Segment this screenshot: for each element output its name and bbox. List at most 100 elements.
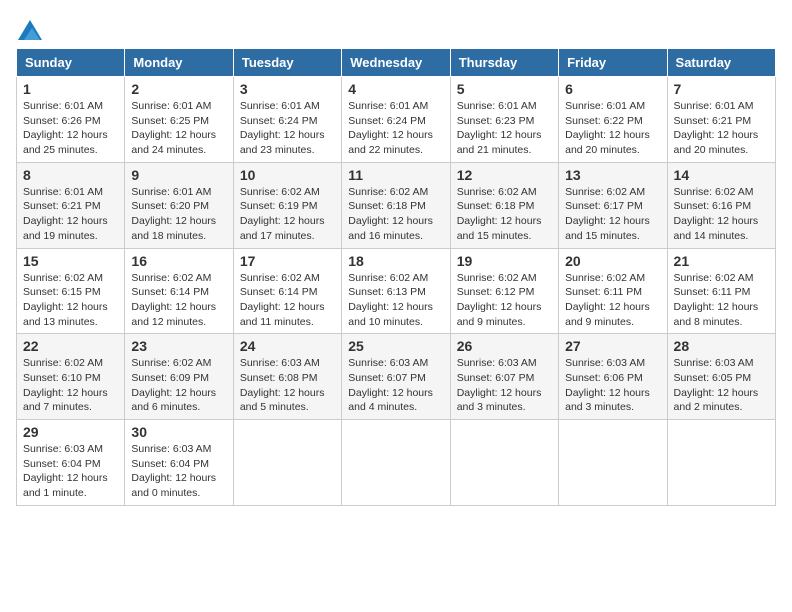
day-number: 11 [348,167,443,183]
day-number: 20 [565,253,660,269]
day-detail: Sunrise: 6:01 AMSunset: 6:25 PMDaylight:… [131,100,216,156]
day-detail: Sunrise: 6:03 AMSunset: 6:07 PMDaylight:… [457,357,542,413]
day-detail: Sunrise: 6:02 AMSunset: 6:13 PMDaylight:… [348,272,433,328]
calendar-cell [233,420,341,506]
calendar-cell: 19 Sunrise: 6:02 AMSunset: 6:12 PMDaylig… [450,248,558,334]
day-detail: Sunrise: 6:03 AMSunset: 6:07 PMDaylight:… [348,357,433,413]
day-number: 15 [23,253,118,269]
calendar-cell: 17 Sunrise: 6:02 AMSunset: 6:14 PMDaylig… [233,248,341,334]
day-detail: Sunrise: 6:02 AMSunset: 6:11 PMDaylight:… [565,272,650,328]
calendar-cell: 27 Sunrise: 6:03 AMSunset: 6:06 PMDaylig… [559,334,667,420]
calendar-cell: 13 Sunrise: 6:02 AMSunset: 6:17 PMDaylig… [559,162,667,248]
weekday-header-sunday: Sunday [17,49,125,77]
calendar-cell: 7 Sunrise: 6:01 AMSunset: 6:21 PMDayligh… [667,77,775,163]
calendar-cell: 21 Sunrise: 6:02 AMSunset: 6:11 PMDaylig… [667,248,775,334]
day-detail: Sunrise: 6:01 AMSunset: 6:21 PMDaylight:… [674,100,759,156]
calendar-cell [559,420,667,506]
day-number: 10 [240,167,335,183]
day-detail: Sunrise: 6:02 AMSunset: 6:16 PMDaylight:… [674,186,759,242]
calendar-cell [667,420,775,506]
day-number: 22 [23,338,118,354]
weekday-header-tuesday: Tuesday [233,49,341,77]
weekday-header-row: SundayMondayTuesdayWednesdayThursdayFrid… [17,49,776,77]
day-detail: Sunrise: 6:01 AMSunset: 6:22 PMDaylight:… [565,100,650,156]
day-number: 30 [131,424,226,440]
calendar-cell: 22 Sunrise: 6:02 AMSunset: 6:10 PMDaylig… [17,334,125,420]
calendar-cell: 2 Sunrise: 6:01 AMSunset: 6:25 PMDayligh… [125,77,233,163]
day-detail: Sunrise: 6:02 AMSunset: 6:11 PMDaylight:… [674,272,759,328]
day-number: 1 [23,81,118,97]
calendar-table: SundayMondayTuesdayWednesdayThursdayFrid… [16,48,776,506]
weekday-header-saturday: Saturday [667,49,775,77]
day-detail: Sunrise: 6:03 AMSunset: 6:04 PMDaylight:… [23,443,108,499]
calendar-cell: 20 Sunrise: 6:02 AMSunset: 6:11 PMDaylig… [559,248,667,334]
day-detail: Sunrise: 6:02 AMSunset: 6:17 PMDaylight:… [565,186,650,242]
calendar-cell: 12 Sunrise: 6:02 AMSunset: 6:18 PMDaylig… [450,162,558,248]
day-detail: Sunrise: 6:03 AMSunset: 6:05 PMDaylight:… [674,357,759,413]
calendar-week-row: 22 Sunrise: 6:02 AMSunset: 6:10 PMDaylig… [17,334,776,420]
calendar-cell [342,420,450,506]
calendar-week-row: 8 Sunrise: 6:01 AMSunset: 6:21 PMDayligh… [17,162,776,248]
logo-icon [18,20,42,40]
calendar-week-row: 15 Sunrise: 6:02 AMSunset: 6:15 PMDaylig… [17,248,776,334]
day-number: 26 [457,338,552,354]
day-number: 18 [348,253,443,269]
day-number: 27 [565,338,660,354]
calendar-cell: 5 Sunrise: 6:01 AMSunset: 6:23 PMDayligh… [450,77,558,163]
calendar-week-row: 1 Sunrise: 6:01 AMSunset: 6:26 PMDayligh… [17,77,776,163]
day-detail: Sunrise: 6:02 AMSunset: 6:12 PMDaylight:… [457,272,542,328]
day-number: 14 [674,167,769,183]
calendar-cell: 14 Sunrise: 6:02 AMSunset: 6:16 PMDaylig… [667,162,775,248]
weekday-header-monday: Monday [125,49,233,77]
day-detail: Sunrise: 6:01 AMSunset: 6:24 PMDaylight:… [240,100,325,156]
day-number: 29 [23,424,118,440]
day-number: 19 [457,253,552,269]
day-detail: Sunrise: 6:02 AMSunset: 6:18 PMDaylight:… [348,186,433,242]
page-header [16,16,776,40]
calendar-cell: 23 Sunrise: 6:02 AMSunset: 6:09 PMDaylig… [125,334,233,420]
day-detail: Sunrise: 6:02 AMSunset: 6:15 PMDaylight:… [23,272,108,328]
calendar-cell: 24 Sunrise: 6:03 AMSunset: 6:08 PMDaylig… [233,334,341,420]
day-number: 7 [674,81,769,97]
day-number: 12 [457,167,552,183]
calendar-cell: 29 Sunrise: 6:03 AMSunset: 6:04 PMDaylig… [17,420,125,506]
calendar-cell: 15 Sunrise: 6:02 AMSunset: 6:15 PMDaylig… [17,248,125,334]
day-detail: Sunrise: 6:02 AMSunset: 6:14 PMDaylight:… [131,272,216,328]
calendar-cell: 16 Sunrise: 6:02 AMSunset: 6:14 PMDaylig… [125,248,233,334]
day-detail: Sunrise: 6:01 AMSunset: 6:24 PMDaylight:… [348,100,433,156]
calendar-week-row: 29 Sunrise: 6:03 AMSunset: 6:04 PMDaylig… [17,420,776,506]
day-detail: Sunrise: 6:01 AMSunset: 6:26 PMDaylight:… [23,100,108,156]
day-number: 3 [240,81,335,97]
day-number: 21 [674,253,769,269]
day-number: 16 [131,253,226,269]
day-detail: Sunrise: 6:02 AMSunset: 6:09 PMDaylight:… [131,357,216,413]
day-number: 8 [23,167,118,183]
day-detail: Sunrise: 6:03 AMSunset: 6:06 PMDaylight:… [565,357,650,413]
day-number: 9 [131,167,226,183]
calendar-cell [450,420,558,506]
day-detail: Sunrise: 6:03 AMSunset: 6:04 PMDaylight:… [131,443,216,499]
weekday-header-wednesday: Wednesday [342,49,450,77]
calendar-cell: 25 Sunrise: 6:03 AMSunset: 6:07 PMDaylig… [342,334,450,420]
calendar-cell: 4 Sunrise: 6:01 AMSunset: 6:24 PMDayligh… [342,77,450,163]
calendar-cell: 28 Sunrise: 6:03 AMSunset: 6:05 PMDaylig… [667,334,775,420]
calendar-cell: 10 Sunrise: 6:02 AMSunset: 6:19 PMDaylig… [233,162,341,248]
day-detail: Sunrise: 6:02 AMSunset: 6:18 PMDaylight:… [457,186,542,242]
weekday-header-friday: Friday [559,49,667,77]
day-detail: Sunrise: 6:03 AMSunset: 6:08 PMDaylight:… [240,357,325,413]
calendar-cell: 3 Sunrise: 6:01 AMSunset: 6:24 PMDayligh… [233,77,341,163]
calendar-cell: 30 Sunrise: 6:03 AMSunset: 6:04 PMDaylig… [125,420,233,506]
day-number: 6 [565,81,660,97]
day-detail: Sunrise: 6:02 AMSunset: 6:14 PMDaylight:… [240,272,325,328]
day-number: 24 [240,338,335,354]
day-number: 2 [131,81,226,97]
day-detail: Sunrise: 6:02 AMSunset: 6:19 PMDaylight:… [240,186,325,242]
logo [16,16,42,40]
calendar-cell: 11 Sunrise: 6:02 AMSunset: 6:18 PMDaylig… [342,162,450,248]
calendar-cell: 1 Sunrise: 6:01 AMSunset: 6:26 PMDayligh… [17,77,125,163]
day-number: 13 [565,167,660,183]
day-number: 5 [457,81,552,97]
calendar-cell: 9 Sunrise: 6:01 AMSunset: 6:20 PMDayligh… [125,162,233,248]
weekday-header-thursday: Thursday [450,49,558,77]
day-detail: Sunrise: 6:02 AMSunset: 6:10 PMDaylight:… [23,357,108,413]
